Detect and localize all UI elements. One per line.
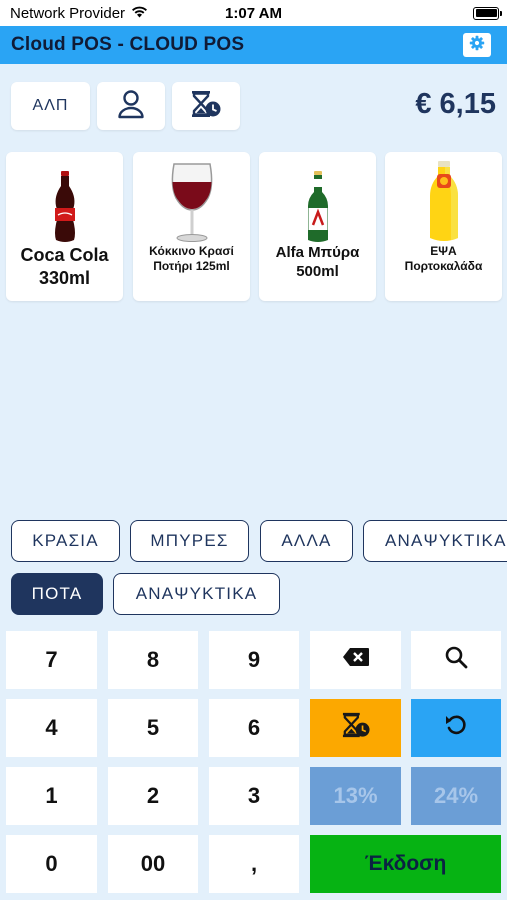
key-1[interactable]: 1 bbox=[6, 767, 97, 825]
product-card[interactable]: Alfa Μπύρα 500ml bbox=[259, 152, 376, 301]
key-6[interactable]: 6 bbox=[209, 699, 299, 757]
category-chip[interactable]: ΜΠΥΡΕΣ bbox=[130, 520, 249, 562]
product-name: Alfa Μπύρα bbox=[275, 244, 360, 261]
vat-24-button[interactable]: 24% bbox=[411, 767, 501, 825]
issue-receipt-button[interactable]: Έκδοση bbox=[310, 835, 501, 893]
order-total: € 6,15 bbox=[415, 88, 496, 120]
category-chip[interactable]: ΑΝΑΨΥΚΤΙΚΑ bbox=[113, 573, 280, 615]
gear-icon bbox=[469, 35, 485, 56]
category-chip[interactable]: ΚΡΑΣΙΑ bbox=[11, 520, 120, 562]
vat-13-button[interactable]: 13% bbox=[310, 767, 401, 825]
wifi-icon bbox=[131, 5, 148, 22]
battery-icon bbox=[473, 6, 502, 20]
product-card[interactable]: ΕΨΑ Πορτοκαλάδα bbox=[385, 152, 502, 301]
status-bar: Network Provider 1:07 AM bbox=[0, 0, 507, 26]
parked-orders-button[interactable] bbox=[172, 82, 240, 130]
alp-button[interactable]: ΑΛΠ bbox=[11, 82, 90, 130]
wine-glass-icon bbox=[169, 152, 215, 244]
key-7[interactable]: 7 bbox=[6, 631, 97, 689]
backspace-button[interactable] bbox=[310, 631, 401, 689]
beer-bottle-icon bbox=[305, 152, 331, 244]
customer-button[interactable] bbox=[97, 82, 165, 130]
orange-soda-bottle-icon bbox=[427, 152, 461, 244]
carrier-label: Network Provider bbox=[10, 4, 126, 22]
settings-button[interactable] bbox=[463, 33, 491, 57]
category-chip-active[interactable]: ΠΟΤΑ bbox=[11, 573, 103, 615]
key-3[interactable]: 3 bbox=[209, 767, 299, 825]
category-chip[interactable]: ΑΝΑΨΥΚΤΙΚΑ bbox=[363, 520, 507, 562]
key-comma[interactable]: , bbox=[209, 835, 299, 893]
undo-button[interactable] bbox=[411, 699, 501, 757]
key-4[interactable]: 4 bbox=[6, 699, 97, 757]
product-size: 330ml bbox=[38, 267, 91, 288]
key-2[interactable]: 2 bbox=[108, 767, 198, 825]
product-name: Κόκκινο Κρασί bbox=[149, 244, 234, 258]
app-title: Cloud POS - CLOUD POS bbox=[11, 34, 245, 55]
key-5[interactable]: 5 bbox=[108, 699, 198, 757]
product-size: 500ml bbox=[296, 262, 339, 280]
key-8[interactable]: 8 bbox=[108, 631, 198, 689]
product-size: Πορτοκαλάδα bbox=[404, 259, 483, 273]
search-icon bbox=[444, 645, 468, 675]
undo-icon bbox=[444, 713, 468, 743]
product-name: Coca Cola bbox=[20, 245, 109, 265]
key-0[interactable]: 0 bbox=[6, 835, 97, 893]
key-00[interactable]: 00 bbox=[108, 835, 198, 893]
hourglass-clock-icon bbox=[189, 89, 223, 124]
product-card[interactable]: Κόκκινο Κρασί Ποτήρι 125ml bbox=[133, 152, 250, 301]
key-9[interactable]: 9 bbox=[209, 631, 299, 689]
cola-bottle-icon bbox=[50, 152, 80, 244]
hourglass-clock-icon bbox=[340, 711, 372, 745]
product-size: Ποτήρι 125ml bbox=[153, 259, 230, 273]
product-card[interactable]: Coca Cola 330ml bbox=[6, 152, 123, 301]
category-chip[interactable]: ΑΛΛΑ bbox=[260, 520, 353, 562]
park-order-button[interactable] bbox=[310, 699, 401, 757]
search-button[interactable] bbox=[411, 631, 501, 689]
user-icon bbox=[117, 89, 145, 124]
backspace-icon bbox=[342, 647, 370, 673]
product-name: ΕΨΑ bbox=[430, 244, 457, 258]
app-header: Cloud POS - CLOUD POS bbox=[0, 26, 507, 64]
